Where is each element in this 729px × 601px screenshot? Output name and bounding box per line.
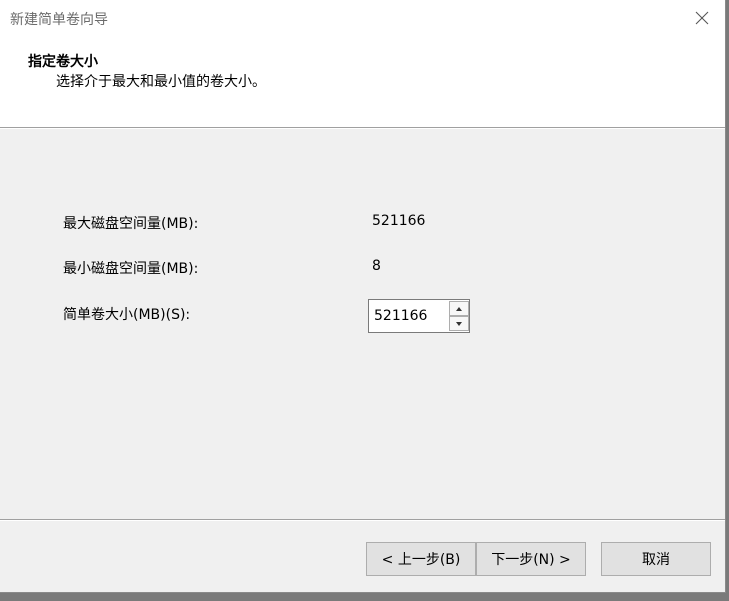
cancel-button[interactable]: 取消 [601,542,711,576]
volume-size-input[interactable] [369,300,448,332]
max-space-value: 521166 [372,213,426,229]
window-title: 新建简单卷向导 [10,12,108,28]
volume-size-stepper [368,299,470,333]
page-subtitle: 选择介于最大和最小值的卷大小。 [56,74,266,90]
page-title: 指定卷大小 [28,54,98,70]
max-space-label: 最大磁盘空间量(MB): [63,216,199,232]
decrement-button[interactable] [449,316,469,331]
next-button[interactable]: 下一步(N) > [476,542,586,576]
footer-divider-highlight [0,520,725,521]
volume-size-label: 简单卷大小(MB)(S): [63,307,191,323]
title-bar: 新建简单卷向导 [0,0,725,36]
header-pane: 指定卷大小 选择介于最大和最小值的卷大小。 [0,36,725,127]
increment-button[interactable] [449,301,469,316]
close-button[interactable] [679,0,725,36]
min-space-label: 最小磁盘空间量(MB): [63,261,199,277]
close-icon [695,11,709,25]
header-divider-highlight [0,128,725,129]
back-button[interactable]: < 上一步(B) [366,542,476,576]
min-space-value: 8 [372,258,381,274]
caret-down-icon [456,321,462,326]
wizard-window: 新建简单卷向导 指定卷大小 选择介于最大和最小值的卷大小。 最大磁盘空间量(MB… [0,0,726,593]
caret-up-icon [456,306,462,311]
